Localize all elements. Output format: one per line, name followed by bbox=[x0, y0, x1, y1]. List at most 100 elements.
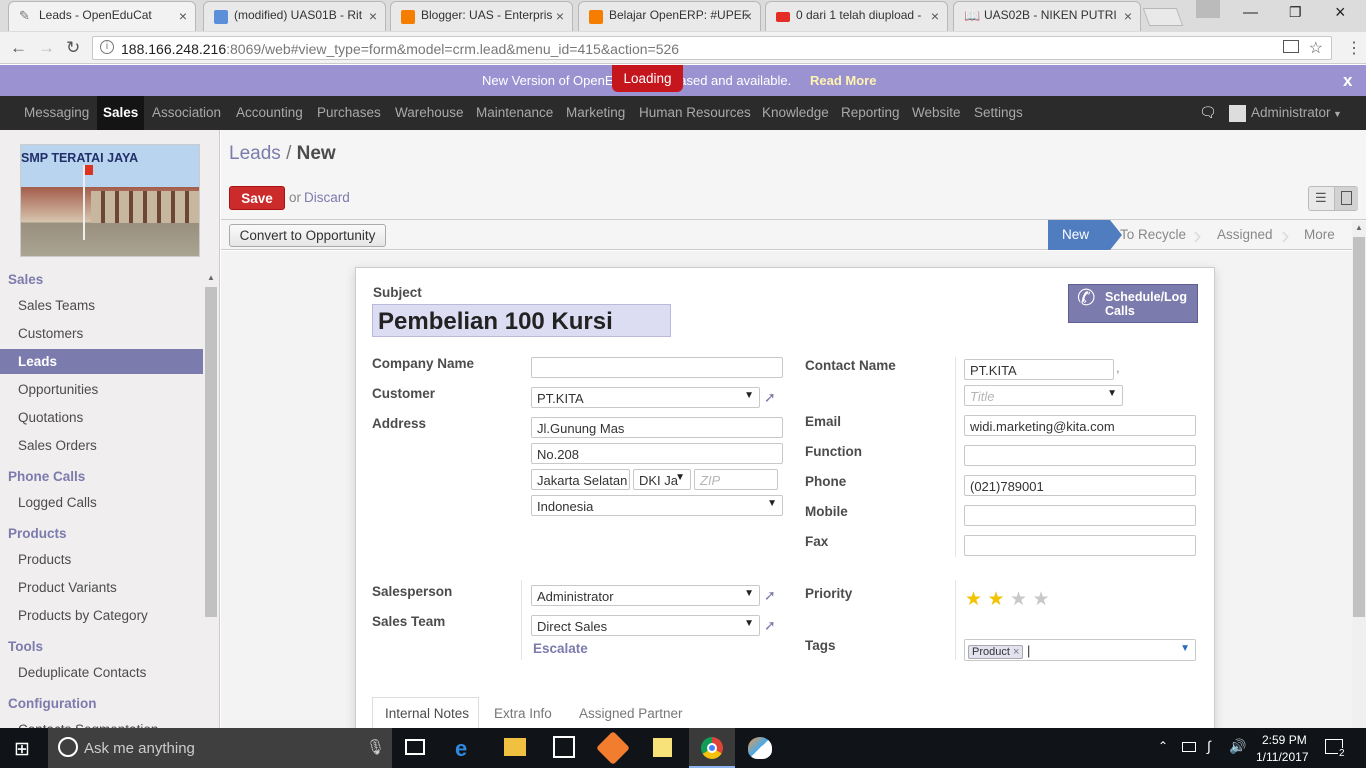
sidebar-item-products-by-category[interactable]: Products by Category bbox=[18, 608, 148, 623]
sticky-notes-icon[interactable] bbox=[653, 738, 672, 757]
dropdown-arrow-icon[interactable]: ▼ bbox=[1107, 388, 1117, 399]
state-select[interactable]: DKI Ja ▼ bbox=[633, 469, 691, 490]
sidebar-item-logged-calls[interactable]: Logged Calls bbox=[18, 495, 97, 510]
bittorrent-icon[interactable] bbox=[596, 731, 630, 765]
file-explorer-icon[interactable] bbox=[504, 738, 526, 756]
menu-association[interactable]: Association bbox=[152, 105, 221, 120]
sidebar-scrollbar[interactable]: ▲ bbox=[204, 273, 218, 728]
tab-assigned-partner[interactable]: Assigned Partner bbox=[579, 706, 683, 721]
external-link-icon[interactable]: ➚ bbox=[764, 617, 776, 634]
list-view-icon[interactable]: ☰ bbox=[1315, 190, 1327, 206]
volume-icon[interactable]: 🔊 bbox=[1229, 738, 1246, 755]
menu-messaging[interactable]: Messaging bbox=[24, 105, 89, 120]
close-icon[interactable]: × bbox=[556, 8, 564, 24]
remove-tag-icon[interactable]: × bbox=[1013, 646, 1019, 658]
company-name-input[interactable] bbox=[531, 357, 783, 378]
scroll-up-icon[interactable]: ▲ bbox=[207, 273, 215, 282]
tray-chevron-icon[interactable]: ⌃ bbox=[1158, 739, 1168, 753]
priority-star-icon[interactable]: ★ bbox=[1010, 588, 1027, 611]
paint-icon[interactable] bbox=[748, 737, 772, 759]
menu-maintenance[interactable]: Maintenance bbox=[476, 105, 553, 120]
info-icon[interactable]: i bbox=[100, 40, 114, 54]
zip-input[interactable]: ZIP bbox=[694, 469, 778, 490]
blocked-popup-icon[interactable] bbox=[1283, 40, 1299, 53]
sales-team-select[interactable]: Direct Sales ▼ bbox=[531, 615, 760, 636]
schedule-log-calls-button[interactable]: ✆ Schedule/Log Calls bbox=[1068, 284, 1198, 323]
dropdown-arrow-icon[interactable]: ▼ bbox=[675, 472, 685, 483]
fax-input[interactable] bbox=[964, 535, 1196, 556]
clock-time[interactable]: 2:59 PM bbox=[1262, 733, 1307, 747]
close-icon[interactable]: × bbox=[1124, 8, 1132, 24]
sidebar-item-quotations[interactable]: Quotations bbox=[18, 410, 83, 425]
menu-settings[interactable]: Settings bbox=[974, 105, 1023, 120]
customer-select[interactable]: PT.KITA ▼ bbox=[531, 387, 760, 408]
function-input[interactable] bbox=[964, 445, 1196, 466]
menu-knowledge[interactable]: Knowledge bbox=[762, 105, 829, 120]
stage-to-recycle[interactable]: To Recycle bbox=[1120, 227, 1186, 242]
stage-new[interactable]: New bbox=[1048, 220, 1110, 250]
battery-icon[interactable] bbox=[1182, 742, 1196, 752]
section-sales[interactable]: Sales bbox=[8, 272, 43, 287]
read-more-link[interactable]: Read More bbox=[810, 73, 876, 88]
priority-star-icon[interactable]: ★ bbox=[1033, 588, 1050, 611]
forward-icon[interactable]: → bbox=[38, 38, 55, 58]
convert-to-opportunity-button[interactable]: Convert to Opportunity bbox=[229, 224, 386, 247]
scroll-up-icon[interactable]: ▲ bbox=[1355, 223, 1363, 232]
close-icon[interactable]: × bbox=[931, 8, 939, 24]
external-link-icon[interactable]: ➚ bbox=[764, 389, 776, 406]
avatar[interactable] bbox=[1229, 105, 1246, 122]
restore-icon[interactable]: ❐ bbox=[1289, 4, 1302, 21]
chrome-taskbar-button[interactable] bbox=[689, 728, 735, 768]
external-link-icon[interactable]: ➚ bbox=[764, 587, 776, 604]
windows-start-icon[interactable]: ⊞ bbox=[14, 738, 30, 761]
email-input[interactable]: widi.marketing@kita.com bbox=[964, 415, 1196, 436]
menu-icon[interactable]: ⋮ bbox=[1346, 38, 1362, 58]
tab-extra-info[interactable]: Extra Info bbox=[494, 706, 552, 721]
store-icon[interactable] bbox=[553, 736, 575, 758]
country-select[interactable]: Indonesia ▼ bbox=[531, 495, 783, 516]
close-window-icon[interactable]: × bbox=[1335, 2, 1346, 23]
content-scrollbar[interactable]: ▲ bbox=[1352, 221, 1366, 728]
stage-assigned[interactable]: Assigned bbox=[1217, 227, 1273, 242]
browser-tab[interactable]: ✎ Leads - OpenEduCat × bbox=[8, 1, 196, 31]
stage-more[interactable]: More bbox=[1304, 227, 1335, 242]
sidebar-item-sales-orders[interactable]: Sales Orders bbox=[18, 438, 97, 453]
section-tools[interactable]: Tools bbox=[8, 639, 43, 654]
tab-internal-notes[interactable]: Internal Notes bbox=[372, 697, 479, 728]
profile-icon[interactable] bbox=[1196, 0, 1220, 18]
dropdown-arrow-icon[interactable]: ▼ bbox=[744, 618, 754, 629]
sidebar-item-customers[interactable]: Customers bbox=[18, 326, 83, 341]
sidebar-item-sales-teams[interactable]: Sales Teams bbox=[18, 298, 95, 313]
menu-human-resources[interactable]: Human Resources bbox=[639, 105, 751, 120]
menu-purchases[interactable]: Purchases bbox=[317, 105, 381, 120]
section-products[interactable]: Products bbox=[8, 526, 67, 541]
city-input[interactable]: Jakarta Selatan bbox=[531, 469, 630, 490]
menu-sales[interactable]: Sales bbox=[97, 96, 145, 130]
tags-input[interactable]: Product × | ▼ bbox=[964, 639, 1196, 661]
dropdown-arrow-icon[interactable]: ▼ bbox=[744, 588, 754, 599]
breadcrumb-leads-link[interactable]: Leads bbox=[229, 143, 281, 164]
save-button[interactable]: Save bbox=[229, 186, 285, 210]
browser-tab[interactable]: Blogger: UAS - Enterpris × bbox=[390, 1, 573, 31]
close-icon[interactable]: × bbox=[369, 8, 377, 24]
menu-marketing[interactable]: Marketing bbox=[566, 105, 625, 120]
reload-icon[interactable]: ↻ bbox=[66, 38, 80, 58]
minimize-icon[interactable]: — bbox=[1243, 4, 1258, 21]
sidebar-item-leads[interactable]: Leads bbox=[0, 349, 203, 374]
section-configuration[interactable]: Configuration bbox=[8, 696, 96, 711]
sidebar-item-deduplicate-contacts[interactable]: Deduplicate Contacts bbox=[18, 665, 146, 680]
dropdown-arrow-icon[interactable]: ▼ bbox=[767, 498, 777, 509]
contact-name-input[interactable]: PT.KITA bbox=[964, 359, 1114, 380]
scroll-thumb[interactable] bbox=[205, 287, 217, 617]
browser-tab[interactable]: (modified) UAS01B - Rit × bbox=[203, 1, 386, 31]
phone-input[interactable]: (021)789001 bbox=[964, 475, 1196, 496]
microphone-icon[interactable]: 🎙 bbox=[366, 738, 385, 756]
wifi-icon[interactable]: ∫ bbox=[1207, 738, 1211, 754]
dropdown-arrow-icon[interactable]: ▼ bbox=[1180, 643, 1190, 654]
title-select[interactable]: Title ▼ bbox=[964, 385, 1123, 406]
salesperson-select[interactable]: Administrator ▼ bbox=[531, 585, 760, 606]
menu-website[interactable]: Website bbox=[912, 105, 961, 120]
browser-tab[interactable]: 📖 UAS02B - NIKEN PUTRI × bbox=[953, 1, 1141, 31]
form-view-icon[interactable] bbox=[1334, 187, 1358, 210]
priority-star-icon[interactable]: ★ bbox=[988, 588, 1005, 611]
